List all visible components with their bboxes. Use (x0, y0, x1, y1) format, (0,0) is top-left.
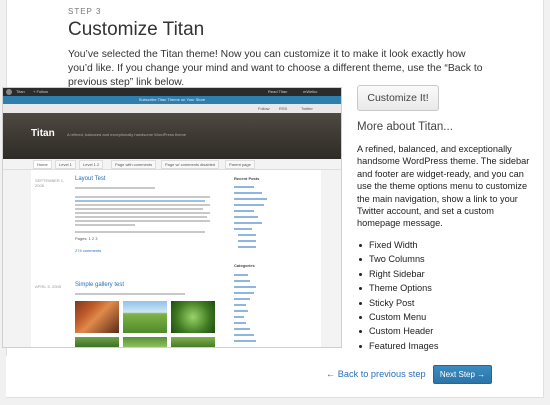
preview-text-line (75, 196, 210, 198)
gallery-thumbnail (123, 301, 167, 333)
preview-post-title: Layout Test (75, 176, 106, 182)
preview-sidebar-link (234, 322, 246, 324)
preview-text-line (75, 293, 185, 295)
preview-post-title: Simple gallery test (75, 282, 125, 288)
intro-text: You’ve selected the Titan theme! Now you… (68, 49, 483, 88)
preview-text-line (75, 204, 210, 206)
preview-nav-tab: Page with comments (111, 160, 157, 169)
feature-item: Right Sidebar (357, 267, 438, 281)
preview-social-follow: Follow (258, 106, 270, 111)
preview-sidebar-link (238, 246, 256, 248)
theme-preview: Titan + Follow Read Titan mWelko Subscri… (2, 87, 342, 348)
feature-item: Fixed Width (357, 238, 438, 252)
gallery-thumbnail (75, 301, 119, 333)
preview-social-rss: RSS (279, 106, 288, 111)
feature-item: Theme Options (357, 281, 438, 295)
feature-list: Fixed Width Two Columns Right Sidebar Th… (357, 238, 438, 353)
feature-item: Sticky Post (357, 296, 438, 310)
preview-sidebar-link (234, 340, 256, 342)
feature-item: Custom Header (357, 324, 438, 338)
preview-nav-tab: Home (33, 160, 52, 169)
preview-sidebar-link (234, 222, 262, 224)
preview-comments: 274 comments (75, 248, 102, 253)
preview-social-bar: Follow RSS Twitter (3, 104, 341, 113)
preview-post-date: SEPTEMBER 1, 2008 (35, 178, 65, 188)
preview-sidebar-link (234, 292, 254, 294)
gallery-thumbnail (75, 337, 119, 347)
preview-adminbar-site: Titan (16, 89, 25, 94)
preview-content: SEPTEMBER 1, 2008 Layout Test Pages: 1 2… (31, 170, 321, 347)
preview-sidebar-link (234, 274, 248, 276)
step-label: STEP 3 (68, 7, 102, 16)
gallery-thumbnail (171, 301, 215, 333)
preview-text-line (75, 200, 205, 202)
preview-tagline: A refined, balanced and exceptionally ha… (67, 132, 187, 137)
next-step-button[interactable]: Next Step → (433, 365, 492, 384)
preview-notice-bar: Subscribe Titan Theme on Your Store (3, 96, 341, 104)
preview-sidebar-link (234, 334, 254, 336)
preview-adminbar-new: + Follow (33, 89, 49, 94)
preview-nav-tab: Page w/ comments disabled (161, 160, 220, 169)
gallery-thumbnail (123, 337, 167, 347)
preview-sidebar-link (234, 310, 248, 312)
preview-text-line (75, 224, 135, 226)
feature-item: Two Columns (357, 252, 438, 266)
preview-sidebar-link (234, 280, 250, 282)
preview-sidebar-link (234, 228, 252, 230)
preview-text-line (75, 187, 155, 189)
preview-sidebar-link (238, 240, 256, 242)
preview-sidebar-link (234, 216, 258, 218)
preview-admin-bar: Titan + Follow Read Titan mWelko (3, 88, 341, 96)
preview-body: SEPTEMBER 1, 2008 Layout Test Pages: 1 2… (3, 170, 341, 347)
preview-sidebar-link (234, 192, 262, 194)
gallery-thumbnail (171, 337, 215, 347)
theme-description: A refined, balanced, and exceptionally h… (357, 144, 530, 229)
preview-site-name: Titan (31, 128, 55, 139)
preview-social-twitter: Twitter (301, 106, 313, 111)
preview-nav-tab: Level 1 (55, 160, 76, 169)
preview-sidebar-link (234, 210, 254, 212)
preview-post-date: APRIL 5, 2008 (35, 284, 61, 289)
preview-adminbar-right2: mWelko (303, 89, 318, 94)
preview-adminbar-right1: Read Titan (268, 89, 288, 94)
preview-text-line (75, 216, 207, 218)
preview-categories-heading: Categories (234, 263, 255, 268)
preview-sidebar-link (234, 286, 256, 288)
preview-recent-heading: Recent Posts (234, 176, 260, 181)
preview-sidebar-link (238, 234, 256, 236)
page-title: Customize Titan (68, 19, 205, 40)
feature-item: Custom Menu (357, 310, 438, 324)
preview-header: Titan A refined, balanced and exceptiona… (3, 113, 341, 159)
preview-pages: Pages: 1 2 3 (75, 236, 98, 241)
preview-text-line (75, 220, 210, 222)
preview-text-line (75, 231, 205, 233)
more-about-heading: More about Titan... (357, 121, 453, 133)
feature-item: Featured Images (357, 339, 438, 353)
preview-sidebar-link (234, 198, 267, 200)
preview-text-line (75, 212, 210, 214)
preview-sidebar-link (234, 298, 250, 300)
preview-text-line (75, 208, 203, 210)
preview-sidebar-link (234, 304, 246, 306)
wordpress-logo-icon (6, 89, 12, 95)
back-to-previous-step-link[interactable]: ← Back to previous step (326, 369, 426, 379)
customize-button[interactable]: Customize It! (357, 85, 439, 111)
preview-nav-tab: Level 1.2 (79, 160, 104, 169)
preview-sidebar-link (234, 316, 244, 318)
preview-sidebar-link (234, 186, 254, 188)
preview-sidebar-link (234, 204, 264, 206)
preview-nav: Home Level 1 Level 1.2 Page with comment… (3, 159, 341, 170)
preview-sidebar-link (234, 328, 250, 330)
preview-nav-tab: Parent page (225, 160, 255, 169)
